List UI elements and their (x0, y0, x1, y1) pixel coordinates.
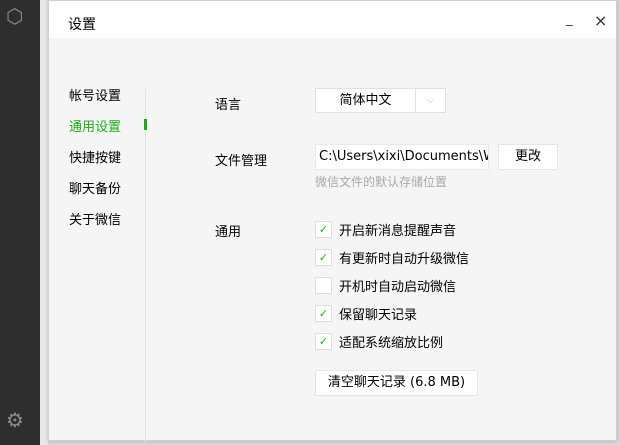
check-icon: ✓ (315, 305, 332, 322)
nav-item-general[interactable]: 通用设置 (69, 116, 121, 147)
minimize-button[interactable]: _ (566, 12, 573, 27)
chevron-down-icon: ⌵ (415, 89, 445, 112)
nav-divider (145, 89, 146, 442)
nav-item-backup[interactable]: 聊天备份 (69, 178, 121, 209)
nav-item-account[interactable]: 帐号设置 (69, 85, 121, 116)
checkbox-label: 保留聊天记录 (339, 308, 418, 323)
change-path-button[interactable]: 更改 (498, 144, 558, 170)
active-indicator (144, 119, 147, 130)
mini-program-cube-icon[interactable]: ⬡ (6, 4, 23, 28)
check-icon: ✓ (315, 249, 332, 266)
app-sidebar: ⬡ ⚙ (0, 0, 40, 445)
checkbox-auto-start[interactable]: 开机时自动启动微信 (315, 276, 456, 295)
checkbox-label: 有更新时自动升级微信 (339, 252, 470, 267)
general-label: 通用 (215, 225, 242, 240)
nav-item-shortcuts[interactable]: 快捷按键 (69, 147, 121, 178)
checkbox-label: 开机时自动启动微信 (339, 280, 457, 295)
checkbox-label: 开启新消息提醒声音 (339, 224, 457, 239)
language-label: 语言 (215, 98, 242, 113)
file-path-hint: 微信文件的默认存储位置 (315, 175, 448, 189)
file-path-field[interactable]: C:\Users\xixi\Documents\WeChat Files (315, 144, 489, 170)
checkbox-system-scaling[interactable]: ✓ 适配系统缩放比例 (315, 332, 443, 351)
checkbox-empty (315, 277, 332, 294)
check-icon: ✓ (315, 333, 332, 350)
checkbox-new-message-sound[interactable]: ✓ 开启新消息提醒声音 (315, 220, 456, 239)
file-management-label: 文件管理 (215, 154, 268, 169)
check-icon: ✓ (315, 221, 332, 238)
language-select[interactable]: 简体中文 ⌵ (315, 88, 446, 113)
settings-gear-icon[interactable]: ⚙ (6, 408, 24, 432)
settings-nav: 帐号设置 通用设置 快捷按键 聊天备份 关于微信 (69, 85, 121, 240)
window-title: 设置 (68, 17, 96, 33)
settings-window: 设置 _ × 帐号设置 通用设置 快捷按键 聊天备份 关于微信 语言 简体中文 … (48, 0, 617, 442)
close-button[interactable]: × (594, 13, 607, 29)
checkbox-auto-update[interactable]: ✓ 有更新时自动升级微信 (315, 248, 469, 267)
title-bar: 设置 _ × (49, 1, 616, 38)
background-strip (40, 0, 48, 445)
nav-item-about[interactable]: 关于微信 (69, 209, 121, 240)
checkbox-keep-history[interactable]: ✓ 保留聊天记录 (315, 304, 417, 323)
checkbox-label: 适配系统缩放比例 (339, 336, 444, 351)
clear-chat-history-button[interactable]: 清空聊天记录 (6.8 MB) (315, 370, 478, 396)
language-value: 简体中文 (339, 93, 392, 108)
